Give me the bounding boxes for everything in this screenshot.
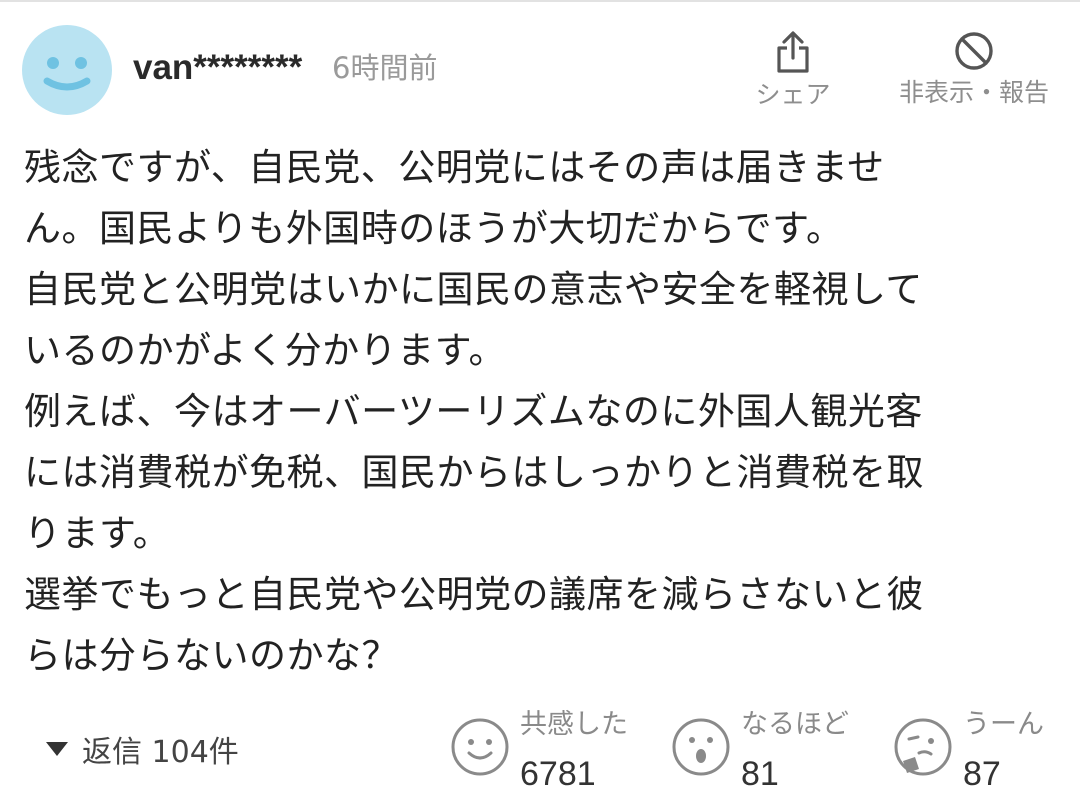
reaction-count: 6781 xyxy=(520,755,596,793)
comment-line: 自民党と公明党はいかに国民の意志や安全を軽視して xyxy=(24,268,923,311)
surprised-icon xyxy=(672,718,730,776)
reaction-empathy-button[interactable]: 共感した 6781 xyxy=(450,705,650,795)
share-icon xyxy=(777,31,809,73)
post-timestamp: 6時間前 xyxy=(332,51,438,85)
smiley-face-icon xyxy=(43,57,91,91)
comment-body: 残念ですが、自民党、公明党にはその声は届きませ ん。国民よりも外国時のほうが大切… xyxy=(24,137,1054,686)
avatar[interactable] xyxy=(22,25,112,115)
hide-report-label: 非表示・報告 xyxy=(898,78,1049,107)
comment-line: ん。国民よりも外国時のほうが大切だからです。 xyxy=(24,207,844,250)
top-divider xyxy=(0,0,1080,2)
puzzled-icon xyxy=(894,718,952,776)
share-button[interactable]: シェア xyxy=(745,30,841,110)
reaction-naruhodo-button[interactable]: なるほど 81 xyxy=(671,705,871,795)
comment-line: ります。 xyxy=(24,512,171,555)
smile-icon xyxy=(451,718,509,776)
block-icon xyxy=(955,32,993,70)
replies-count-label: 返信 104件 xyxy=(82,735,239,770)
comment-line: 例えば、今はオーバーツーリズムなのに外国人観光客 xyxy=(24,390,923,433)
reaction-count: 81 xyxy=(741,755,779,793)
comment-line: らは分らないのかな？ xyxy=(24,634,399,677)
username[interactable]: van******** xyxy=(133,48,302,88)
reaction-label: 共感した xyxy=(520,709,628,740)
comment-line: には消費税が免税、国民からはしっかりと消費税を取 xyxy=(24,451,924,494)
comment-line: いるのかがよく分かります。 xyxy=(24,329,506,372)
replies-toggle[interactable]: 返信 104件 xyxy=(46,727,239,771)
reaction-count: 87 xyxy=(963,755,1001,793)
caret-down-icon xyxy=(46,742,68,756)
reaction-label: うーん xyxy=(963,709,1044,740)
reaction-label: なるほど xyxy=(741,709,849,740)
share-label: シェア xyxy=(755,80,831,109)
comment-line: 残念ですが、自民党、公明党にはその声は届きませ xyxy=(24,146,885,189)
hide-report-button[interactable]: 非表示・報告 xyxy=(888,30,1060,108)
comment-line: 選挙でもっと自民党や公明党の議席を減らさないと彼 xyxy=(24,573,924,616)
reaction-uun-button[interactable]: うーん 87 xyxy=(893,705,1073,795)
